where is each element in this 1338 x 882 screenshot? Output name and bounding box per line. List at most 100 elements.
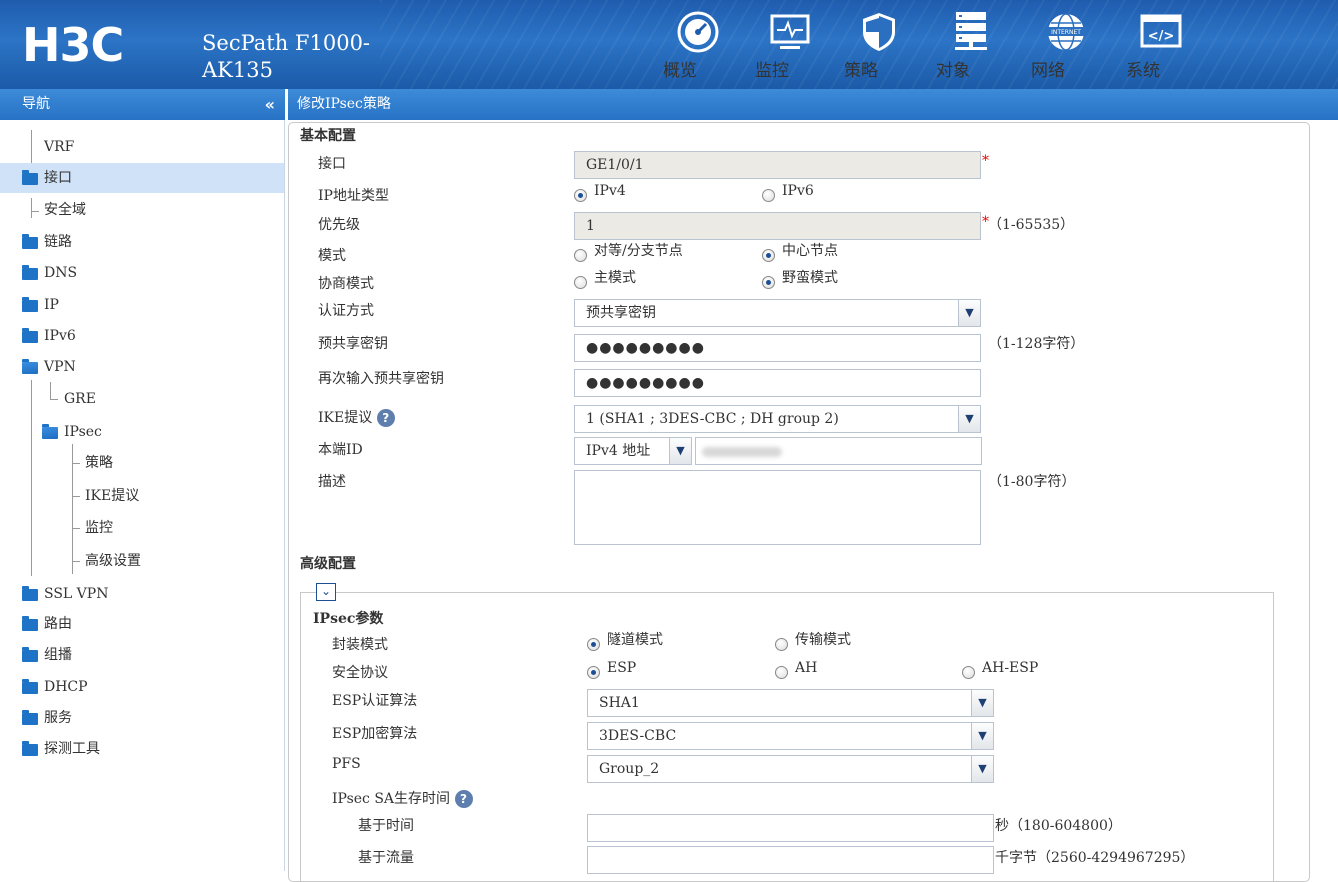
psk-input[interactable]: ●●●●●●●●● — [574, 334, 981, 362]
topnav-monitor[interactable]: 监控 — [755, 10, 825, 81]
priority-hint: （1-65535） — [988, 217, 1075, 233]
topnav-object[interactable]: 对象 — [936, 10, 1006, 81]
top-banner: H3C SecPath F1000- AK135 概览 监控 策略 对象 INT… — [0, 0, 1338, 89]
sidebar-item-ipsec[interactable]: IPsec — [0, 417, 284, 447]
pfs-select[interactable]: Group_2 ▼ — [587, 755, 994, 783]
radio-dot — [587, 638, 600, 651]
sidebar-item-label: IPsec — [64, 424, 102, 440]
sidebar-item-monitor[interactable]: 监控 — [0, 513, 284, 543]
expand-toggle-icon[interactable]: ⌄ — [316, 583, 336, 601]
sidebar-item-ike-proposal[interactable]: IKE提议 — [0, 481, 284, 511]
auth-method-label: 认证方式 — [318, 303, 374, 319]
sidebar-item-routing[interactable]: 路由 — [0, 609, 284, 639]
radio-label: 隧道模式 — [607, 632, 663, 648]
redacted-value — [702, 447, 782, 457]
sa-lifetime-label-text: IPsec SA生存时间 — [332, 791, 451, 807]
sidebar-item-vpn[interactable]: VPN — [0, 352, 284, 382]
svg-text:</>: </> — [1148, 29, 1175, 44]
topnav-system[interactable]: </> 系统 — [1126, 10, 1196, 81]
esp-enc-select[interactable]: 3DES-CBC ▼ — [587, 722, 994, 750]
sidebar-item-label: IPv6 — [44, 328, 76, 344]
sidebar-item-label: SSL VPN — [44, 586, 109, 602]
select-value: 预共享密钥 — [586, 305, 656, 321]
traffic-based-hint: 千字节（2560-4294967295） — [995, 850, 1195, 866]
sidebar-item-ip[interactable]: IP — [0, 290, 284, 320]
time-based-input[interactable] — [587, 814, 994, 842]
description-textarea[interactable] — [574, 470, 981, 545]
sidebar-item-security-zone[interactable]: 安全域 — [0, 195, 284, 225]
select-value: 1 (SHA1 ; 3DES-CBC ; DH group 2) — [586, 411, 839, 427]
folder-icon — [22, 328, 38, 343]
radio-label: IPv4 — [594, 183, 626, 199]
sidebar-item-ssl-vpn[interactable]: SSL VPN — [0, 579, 284, 609]
sidebar-item-label: IKE提议 — [85, 488, 140, 504]
help-icon[interactable]: ? — [376, 409, 395, 427]
priority-label: 优先级 — [318, 217, 360, 233]
topnav-overview-label: 概览 — [663, 61, 697, 81]
sidebar-item-services[interactable]: 服务 — [0, 703, 284, 733]
local-id-label: 本端ID — [318, 442, 363, 458]
radio-label: 传输模式 — [795, 632, 851, 648]
psk-confirm-input[interactable]: ●●●●●●●●● — [574, 369, 981, 397]
sidebar-item-label: VPN — [44, 359, 76, 375]
required-mark: * — [982, 153, 989, 169]
esp-auth-select[interactable]: SHA1 ▼ — [587, 689, 994, 717]
sidebar-item-policy[interactable]: 策略 — [0, 448, 284, 478]
radio-label: IPv6 — [782, 183, 814, 199]
sidebar-item-label: 安全域 — [44, 202, 86, 218]
sidebar-item-probe-tools[interactable]: 探测工具 — [0, 734, 284, 764]
topnav-object-label: 对象 — [936, 61, 970, 81]
chevron-down-icon: ▼ — [971, 756, 993, 782]
sidebar-item-dhcp[interactable]: DHCP — [0, 672, 284, 702]
traffic-based-label: 基于流量 — [358, 850, 414, 866]
sidebar-item-dns[interactable]: DNS — [0, 258, 284, 288]
collapse-sidebar-icon[interactable]: « — [265, 89, 275, 120]
radio-dot — [762, 276, 775, 289]
topnav-policy[interactable]: 策略 — [844, 10, 914, 81]
pfs-label: PFS — [332, 756, 361, 772]
radio-dot — [962, 666, 975, 679]
local-id-input[interactable] — [695, 437, 982, 465]
psk-hint: （1-128字符） — [988, 336, 1085, 352]
help-icon[interactable]: ? — [454, 790, 473, 808]
sidebar-item-interface[interactable]: 接口 — [0, 163, 284, 193]
select-value: 3DES-CBC — [599, 728, 677, 744]
folder-open-icon — [42, 424, 58, 439]
sidebar-item-label: GRE — [64, 391, 96, 407]
ike-proposal-label: IKE提议 ? — [318, 407, 395, 427]
folder-icon — [22, 616, 38, 631]
radio-label: 主模式 — [594, 270, 636, 286]
folder-icon — [22, 679, 38, 694]
radio-label: AH-ESP — [982, 660, 1039, 676]
chevron-down-icon: ▼ — [971, 690, 993, 716]
sidebar-item-label: VRF — [44, 139, 75, 155]
radio-dot — [775, 666, 788, 679]
sidebar-item-label: 路由 — [44, 616, 72, 632]
select-value: Group_2 — [599, 761, 660, 777]
topnav-overview[interactable]: 概览 — [663, 10, 733, 81]
chevron-down-icon: ▼ — [669, 438, 691, 464]
folder-icon — [22, 234, 38, 249]
sidebar-item-ipv6[interactable]: IPv6 — [0, 321, 284, 351]
select-value: IPv4 地址 — [586, 443, 651, 459]
local-id-type-select[interactable]: IPv4 地址 ▼ — [574, 437, 692, 465]
dashboard-icon — [677, 11, 719, 53]
auth-method-select[interactable]: 预共享密钥 ▼ — [574, 299, 981, 327]
sidebar-item-vrf[interactable]: VRF — [0, 132, 284, 162]
radio-dot — [762, 249, 775, 262]
traffic-based-input[interactable] — [587, 846, 994, 874]
sidebar-item-link[interactable]: 链路 — [0, 227, 284, 257]
interface-label: 接口 — [318, 156, 346, 172]
folder-icon — [22, 265, 38, 280]
sidebar-item-multicast[interactable]: 组播 — [0, 640, 284, 670]
ike-proposal-select[interactable]: 1 (SHA1 ; 3DES-CBC ; DH group 2) ▼ — [574, 405, 981, 433]
sidebar-item-advanced[interactable]: 高级设置 — [0, 546, 284, 576]
topnav-network[interactable]: INTERNET 网络 — [1031, 10, 1101, 81]
sidebar-item-label: DHCP — [44, 679, 88, 695]
sidebar-item-label: 组播 — [44, 647, 72, 663]
folder-icon — [22, 647, 38, 662]
topnav-monitor-label: 监控 — [755, 61, 789, 81]
radio-label: AH — [795, 660, 818, 676]
esp-auth-label: ESP认证算法 — [332, 693, 418, 709]
sidebar-item-gre[interactable]: GRE — [0, 384, 284, 414]
